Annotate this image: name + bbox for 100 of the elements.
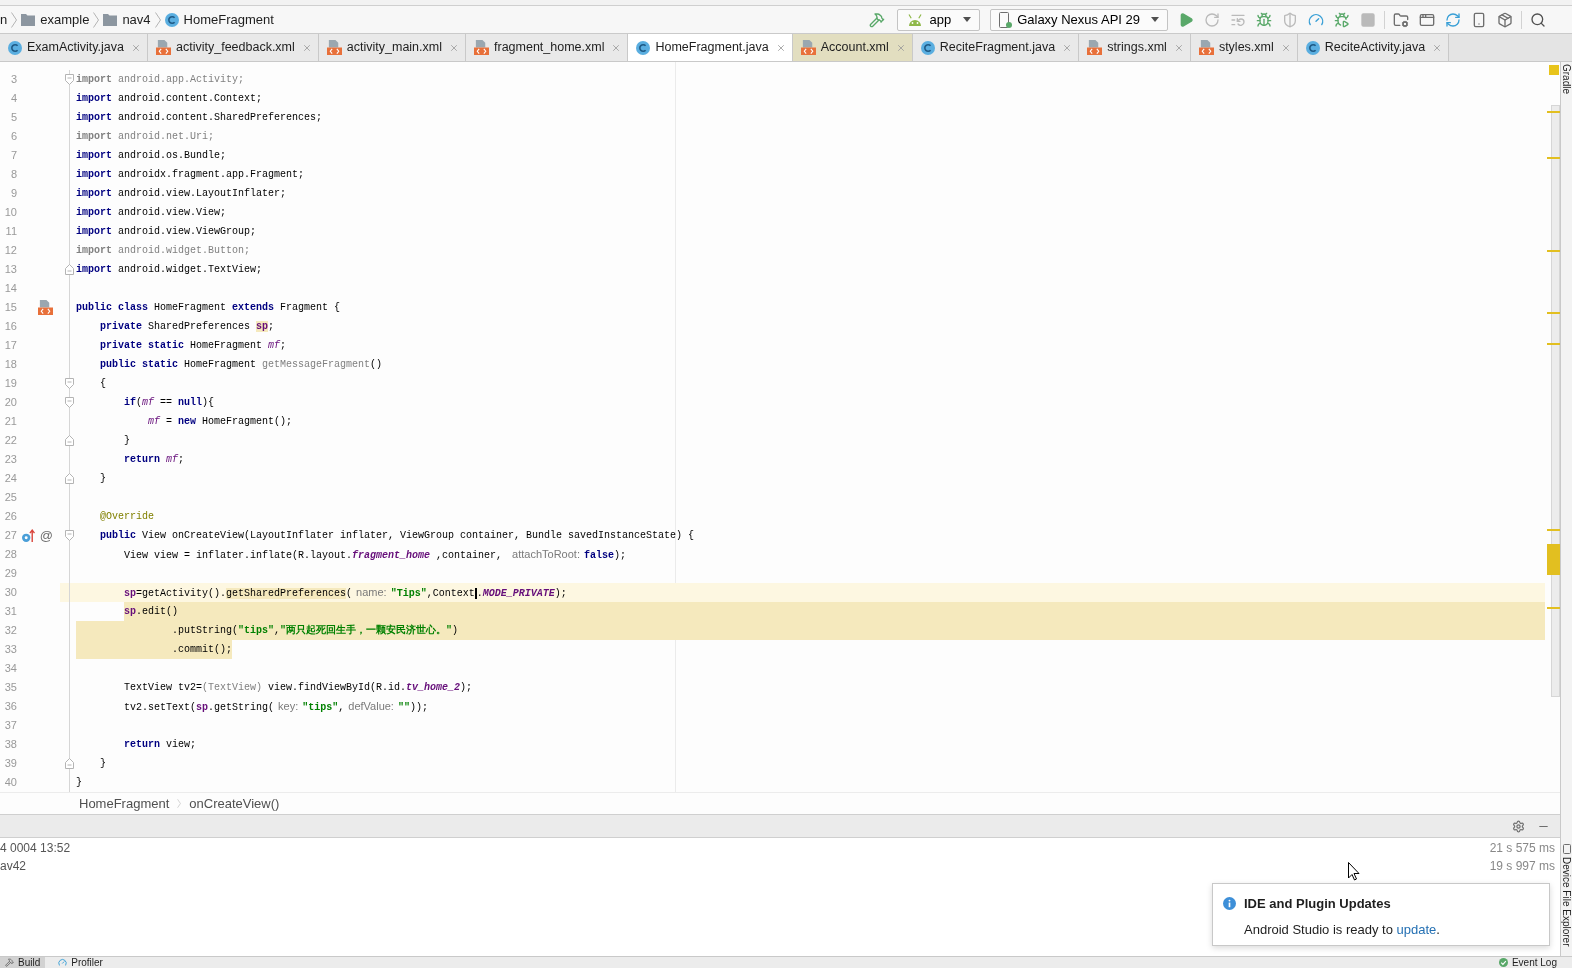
phone-icon[interactable]	[1471, 11, 1487, 28]
search-icon[interactable]	[1530, 11, 1546, 28]
code-line: import android.content.Context;	[76, 92, 263, 106]
breadcrumb-item[interactable]: example	[21, 9, 90, 30]
layout-file-icon[interactable]	[38, 300, 53, 315]
code-line: sp=getActivity().getSharedPreferences( name: "Tips",Context .MODE_PRIVATE);	[123, 585, 567, 601]
code-line: public View onCreateView(LayoutInflater inflater, ViewGroup container, Bundle savedInstanceState) {	[99, 529, 695, 543]
line-number: 18	[3, 357, 17, 372]
editor-tab[interactable]: ReciteActivity.java	[1297, 34, 1450, 61]
fold-marker-icon[interactable]	[65, 397, 74, 408]
module-dropdown[interactable]: app	[897, 8, 981, 31]
fold-marker-icon[interactable]	[65, 530, 74, 541]
line-number: 35	[3, 680, 17, 695]
code-line: import android.view.LayoutInflater;	[76, 187, 287, 201]
breadcrumb-item[interactable]: nav4	[103, 9, 151, 30]
chevron-icon	[11, 11, 18, 28]
tool-window-tab[interactable]: Event Log	[1493, 957, 1562, 968]
gauge-icon[interactable]	[1308, 11, 1324, 28]
device-dropdown[interactable]: Galaxy Nexus API 29	[990, 8, 1168, 31]
editor-tab[interactable]: activity_main.xml	[318, 34, 466, 61]
editor-tab[interactable]: styles.xml	[1190, 34, 1298, 61]
fold-marker-icon[interactable]	[65, 378, 74, 389]
breadcrumb-item[interactable]: n	[0, 9, 8, 30]
hammer-icon[interactable]	[869, 11, 886, 28]
line-number: 11	[4, 224, 17, 239]
line-number: 37	[3, 718, 17, 733]
chevron-icon	[177, 799, 182, 808]
close-icon[interactable]	[1280, 42, 1291, 53]
hammer-icon	[5, 958, 14, 967]
code-line: }	[99, 757, 106, 771]
breadcrumb-item[interactable]: HomeFragment	[79, 793, 170, 814]
editor-tab[interactable]: ExamActivity.java	[0, 34, 148, 61]
tool-window-tab[interactable]: Profiler	[53, 957, 108, 968]
layout-file-icon	[156, 40, 171, 55]
folder-icon	[21, 13, 36, 26]
class-c-icon	[1305, 40, 1320, 55]
editor-tab[interactable]: fragment_home.xml	[466, 34, 629, 61]
breadcrumb-item[interactable]: onCreateView()	[189, 793, 280, 814]
tool-window-tab[interactable]: Device File Explorer	[1561, 843, 1572, 946]
notification-message: Android Studio is ready to update.	[1243, 920, 1441, 939]
code-line: private static HomeFragment mf;	[99, 339, 287, 353]
fold-marker-icon[interactable]	[65, 473, 74, 484]
fold-marker-icon[interactable]	[65, 758, 74, 769]
close-icon[interactable]	[1432, 42, 1443, 53]
robot-head-icon	[907, 13, 924, 26]
tool-window-tab[interactable]: Gradle	[1561, 64, 1572, 94]
close-icon[interactable]	[1062, 42, 1073, 53]
close-icon[interactable]	[1173, 42, 1184, 53]
bug-icon[interactable]	[1256, 11, 1272, 28]
line-number: 24	[3, 471, 17, 486]
code-line: import android.view.ViewGroup;	[76, 225, 257, 239]
line-number: 29	[3, 566, 17, 581]
info-icon	[1223, 897, 1236, 911]
editor-tab[interactable]: ReciteFragment.java	[912, 34, 1080, 61]
editor-tab[interactable]: activity_feedback.xml	[148, 34, 319, 61]
line-number: 12	[3, 243, 17, 258]
window-icon[interactable]	[1419, 11, 1435, 28]
breadcrumb-item[interactable]: HomeFragment	[164, 9, 274, 30]
editor-tab[interactable]: HomeFragment.java	[628, 34, 793, 61]
code-line: @Override	[99, 510, 154, 524]
line-number: 23	[3, 452, 17, 467]
fold-marker-icon[interactable]	[65, 435, 74, 446]
phone-icon	[1562, 843, 1571, 854]
package-icon[interactable]	[1497, 11, 1513, 28]
editor-tab[interactable]: Account.xml	[792, 34, 913, 61]
line-number: 36	[3, 699, 17, 714]
scrollbar-thumb[interactable]	[1551, 105, 1560, 697]
class-c-icon	[920, 40, 935, 55]
close-icon[interactable]	[131, 42, 141, 53]
tool-window-tab[interactable]: Build	[0, 957, 46, 968]
code-line: public static HomeFragment getMessageFragment()	[99, 358, 383, 372]
phone-icon	[999, 11, 1013, 28]
close-icon[interactable]	[611, 42, 622, 53]
fold-marker-icon[interactable]	[65, 264, 74, 275]
code-line: }	[123, 434, 130, 448]
code-line: private SharedPreferences sp;	[99, 320, 275, 334]
close-icon[interactable]	[301, 42, 312, 53]
line-number: 31	[3, 604, 17, 619]
line-number: 7	[9, 148, 17, 163]
sync-icon[interactable]	[1445, 11, 1461, 28]
line-number: 17	[3, 338, 17, 353]
caret-down-icon	[1151, 17, 1159, 22]
close-icon[interactable]	[895, 42, 906, 53]
circle-up-arrow-icon[interactable]	[21, 529, 35, 542]
line-number: 30	[3, 585, 17, 600]
build-duration: 19 s 997 ms	[1489, 858, 1555, 875]
close-icon[interactable]	[775, 42, 786, 53]
folder-icon[interactable]	[1393, 11, 1409, 28]
line-number: 4	[9, 91, 17, 106]
line-number: 34	[3, 661, 17, 676]
fold-marker-icon[interactable]	[65, 74, 74, 85]
settings-icon[interactable]	[1512, 819, 1525, 833]
line-number: 6	[9, 129, 17, 144]
close-icon[interactable]	[449, 42, 459, 53]
editor-tab[interactable]: strings.xml	[1079, 34, 1191, 61]
build-output-text: 4 0004 13:52	[0, 840, 71, 857]
bug-icon[interactable]	[1334, 11, 1350, 28]
code-line: import android.widget.Button;	[76, 244, 251, 258]
play-icon[interactable]	[1178, 11, 1194, 28]
gutter-marker[interactable]: @	[39, 528, 53, 543]
